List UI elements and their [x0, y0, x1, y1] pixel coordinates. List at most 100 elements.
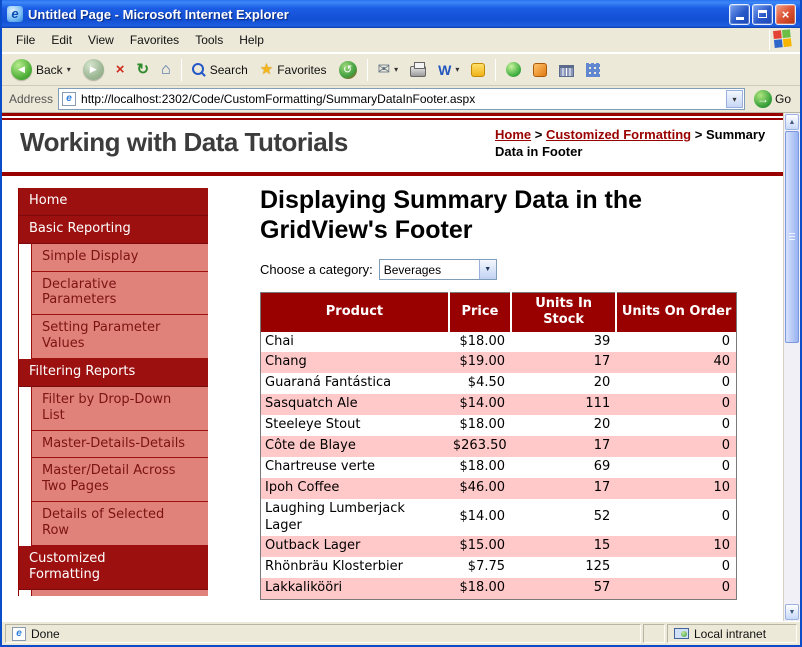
sidebar-item[interactable]: Filtering Reports	[19, 359, 208, 387]
value-cell: 111	[585, 396, 611, 412]
scroll-track[interactable]	[784, 131, 800, 604]
breadcrumb-link[interactable]: Customized Formatting	[546, 127, 691, 142]
messenger-icon	[471, 62, 486, 77]
favorites-button[interactable]: ★ Favorites	[255, 60, 332, 79]
value-cell: 52	[593, 509, 611, 525]
table-row: Sasquatch Ale $14.00 111 0	[260, 394, 737, 416]
refresh-icon: ↻	[136, 61, 150, 78]
minimize-button[interactable]	[729, 3, 750, 25]
value-cell: 0	[721, 333, 730, 349]
addon-globe-button[interactable]	[501, 60, 526, 79]
stop-icon: ×	[115, 61, 125, 78]
table-row: Guaraná Fantástica $4.50 20 0	[261, 373, 737, 394]
column-header: Product	[260, 292, 449, 332]
table-row: Outback Lager $15.00 15 10	[260, 536, 737, 558]
menu-tools[interactable]: Tools	[187, 30, 231, 50]
category-select[interactable]: Beverages ▼	[378, 259, 497, 280]
product-cell: Guaraná Fantástica	[265, 375, 392, 391]
menu-file[interactable]: File	[8, 30, 43, 50]
scroll-thumb[interactable]	[785, 131, 799, 343]
menu-bar: File Edit View Favorites Tools Help	[2, 28, 800, 53]
sidebar-item-label: Master/Detail Across Two Pages	[42, 463, 176, 495]
address-url[interactable]: http://localhost:2302/Code/CustomFormatt…	[81, 92, 721, 106]
breadcrumb-separator: >	[691, 127, 706, 142]
sidebar-item[interactable]: Declarative Parameters	[31, 271, 208, 316]
addon-orange-button[interactable]	[528, 61, 552, 79]
addon-building-button[interactable]	[554, 60, 579, 79]
sidebar-item[interactable]: Setting Parameter Values	[31, 315, 208, 360]
address-dropdown-button[interactable]: ▾	[725, 90, 743, 108]
addon-grid-button[interactable]	[581, 61, 605, 79]
close-button[interactable]: ×	[775, 3, 796, 25]
value-cell: $263.50	[452, 437, 507, 453]
address-input[interactable]: e http://localhost:2302/Code/CustomForma…	[58, 88, 745, 110]
page-header: Working with Data Tutorials Home > Custo…	[2, 120, 783, 172]
sidebar-item-label: Simple Display	[42, 248, 139, 264]
print-button[interactable]	[405, 60, 431, 79]
scroll-down-button[interactable]: ▼	[785, 604, 799, 620]
sidebar-item[interactable]: Home	[19, 188, 208, 216]
refresh-button[interactable]: ↻	[131, 60, 154, 79]
breadcrumb-link[interactable]: Home	[495, 127, 531, 142]
print-icon	[410, 62, 427, 77]
sidebar-item[interactable]: Customized Formatting	[19, 545, 208, 590]
status-bar: e Done Local intranet	[2, 621, 800, 645]
browser-viewport: Working with Data Tutorials Home > Custo…	[2, 113, 800, 621]
menu-bar-items: File Edit View Favorites Tools Help	[8, 30, 272, 50]
vertical-scrollbar[interactable]: ▲ ▼	[783, 113, 800, 621]
value-cell: 69	[593, 458, 611, 474]
column-header: Units On Order	[615, 292, 737, 332]
messenger-button[interactable]	[466, 61, 490, 79]
menu-help[interactable]: Help	[231, 30, 272, 50]
sidebar-item[interactable]: Master-Details-Details	[31, 430, 208, 459]
sidebar-item[interactable]: Basic Reporting	[19, 215, 208, 244]
search-button[interactable]: Search	[187, 61, 253, 79]
favorites-icon: ★	[259, 61, 274, 78]
category-label: Choose a category:	[260, 262, 373, 277]
value-cell: 15	[593, 538, 611, 554]
mail-button[interactable]: ✉ ▾	[373, 60, 404, 79]
home-button[interactable]: ⌂	[156, 60, 176, 80]
product-cell: Sasquatch Ale	[265, 396, 358, 412]
value-cell: 125	[585, 559, 611, 575]
menu-view[interactable]: View	[80, 30, 122, 50]
value-cell: 0	[721, 458, 730, 474]
sidebar-item-label: Filter by Drop-Down List	[42, 391, 172, 423]
sidebar-item[interactable]: Simple Display	[31, 243, 208, 272]
ie-logo-icon[interactable]: e	[7, 6, 23, 22]
category-selected-value: Beverages	[383, 262, 442, 277]
value-cell: 17	[593, 437, 611, 453]
address-bar: Address e http://localhost:2302/Code/Cus…	[2, 86, 800, 113]
edit-word-button[interactable]: W ▾	[433, 61, 464, 79]
value-cell: 0	[721, 437, 730, 453]
go-button[interactable]: → Go	[750, 90, 795, 108]
title-bar: e Untitled Page - Microsoft Internet Exp…	[2, 0, 800, 28]
go-label: Go	[774, 92, 791, 106]
products-table-body: Chai $18.00 39 0 Chang $19.00 17 40 Guaraná Fant…	[260, 332, 737, 600]
stop-button[interactable]: ×	[111, 60, 130, 79]
value-cell: $7.75	[467, 559, 506, 575]
forward-button[interactable]: ▶	[78, 57, 109, 82]
back-button[interactable]: ◀ Back ▾	[6, 57, 76, 82]
sidebar-item[interactable]: Details of Selected Row	[31, 502, 208, 546]
value-cell: $18.00	[459, 458, 506, 474]
maximize-button[interactable]	[752, 3, 773, 25]
globe-icon	[506, 62, 522, 77]
product-cell: Outback Lager	[265, 538, 361, 554]
go-icon: →	[753, 90, 772, 108]
sidebar-item[interactable]: Filter by Drop-Down List	[31, 386, 208, 431]
history-button[interactable]: ↺	[334, 59, 362, 81]
column-header: Price	[447, 292, 512, 332]
sidebar-item-partial	[31, 589, 208, 596]
menu-edit[interactable]: Edit	[43, 30, 80, 50]
scroll-up-button[interactable]: ▲	[785, 114, 799, 130]
sidebar-item-label: Basic Reporting	[29, 220, 131, 236]
value-cell: $4.50	[467, 375, 506, 391]
search-icon	[191, 62, 206, 77]
value-cell: 0	[721, 509, 730, 525]
value-cell: $18.00	[459, 580, 506, 596]
sidebar-item[interactable]: Master/Detail Across Two Pages	[31, 458, 208, 503]
menu-favorites[interactable]: Favorites	[122, 30, 187, 50]
favorites-label: Favorites	[277, 62, 327, 77]
value-cell: 0	[721, 396, 730, 412]
